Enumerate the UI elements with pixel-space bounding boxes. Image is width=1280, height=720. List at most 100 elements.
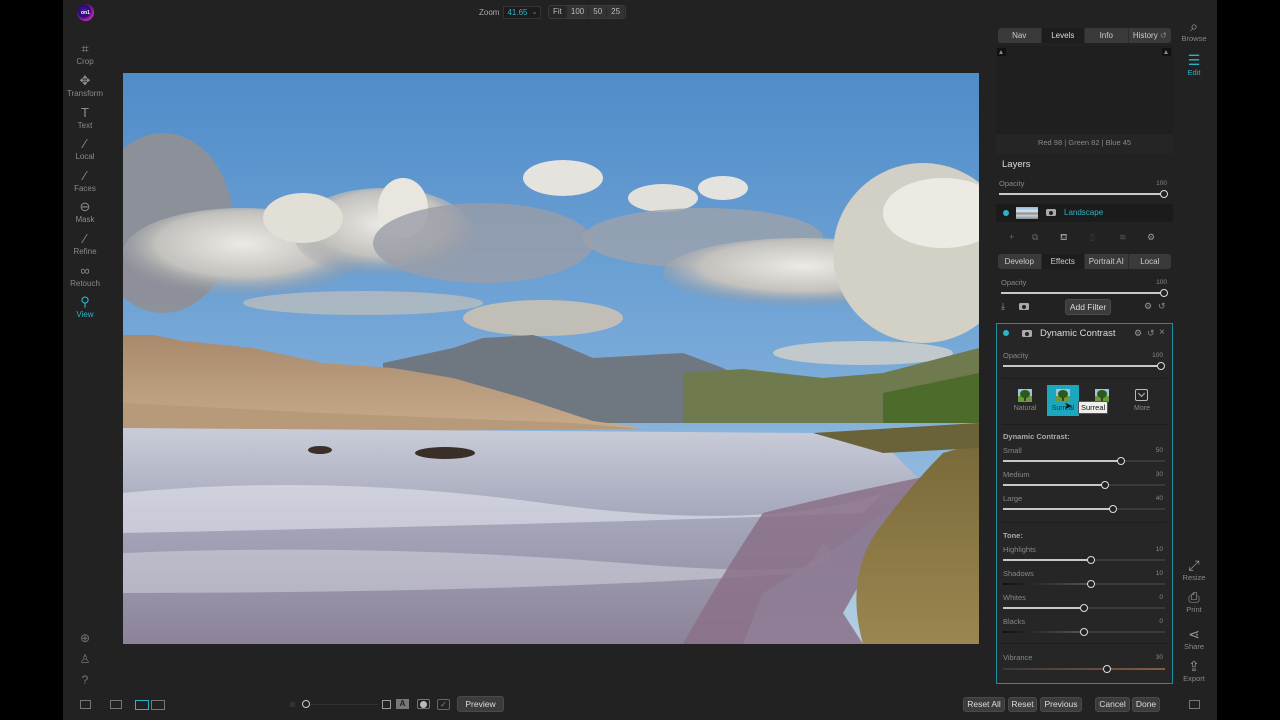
filter-opacity-value: 100	[1152, 352, 1163, 359]
shadows-value: 10	[1155, 570, 1163, 577]
layer-mask-icon[interactable]	[1046, 209, 1056, 216]
tool-retouch[interactable]: ∞ Retouch	[63, 264, 107, 289]
filmstrip-view-icon[interactable]	[151, 700, 165, 710]
filter-opacity-slider[interactable]	[1003, 361, 1165, 370]
small-slider[interactable]	[1003, 456, 1165, 465]
large-slider[interactable]	[1003, 504, 1165, 513]
tool-text[interactable]: T Text	[63, 106, 107, 131]
zoom-preset-25[interactable]: 25	[607, 6, 626, 18]
preset-surreal[interactable]: Surreal	[1047, 385, 1079, 416]
tool-view[interactable]: ⚲ View	[63, 295, 107, 320]
delete-layer-icon[interactable]: ▯	[1090, 232, 1095, 243]
tab-effects[interactable]: Effects	[1041, 254, 1085, 269]
tool-mask[interactable]: ⊖ Mask	[63, 199, 107, 225]
fill-bucket-icon[interactable]: ⛾	[1060, 232, 1067, 244]
brush-size-slider-knob[interactable]	[302, 700, 310, 708]
panel-toggle-icon[interactable]	[80, 700, 91, 709]
account-icon[interactable]: ♙	[76, 652, 94, 666]
nav-browse[interactable]: ⌕ Browse	[1176, 18, 1212, 43]
mask-view-icon[interactable]	[417, 699, 430, 709]
reset-all-button[interactable]: Reset All	[963, 697, 1005, 712]
effects-reset-icon[interactable]: ↺	[1158, 301, 1166, 312]
layers-opacity-value: 100	[1156, 180, 1167, 187]
save-preset-icon[interactable]: ⤓	[1001, 301, 1005, 312]
filter-visibility-dot[interactable]	[1003, 330, 1009, 336]
filter-mask-icon[interactable]	[1022, 330, 1032, 337]
tool-label: Faces	[74, 184, 96, 193]
nav-share[interactable]: ⋖ Share	[1176, 626, 1212, 651]
auto-icon[interactable]: A	[396, 699, 409, 709]
compare-view-icon[interactable]	[110, 700, 122, 709]
tool-faces[interactable]: ⁄ Faces	[63, 169, 107, 194]
whites-value: 0	[1159, 594, 1163, 601]
zoom-presets: Fit 100 50 25	[548, 5, 627, 19]
tool-transform[interactable]: ✥ Transform	[63, 74, 107, 99]
tab-portrait-ai[interactable]: Portrait AI	[1085, 254, 1129, 269]
nav-print[interactable]: ⎙ Print	[1176, 589, 1212, 614]
tool-refine[interactable]: ⁄ Refine	[63, 232, 107, 257]
effects-opacity-slider[interactable]	[1001, 288, 1168, 297]
preset-natural[interactable]: Natural	[1009, 385, 1041, 416]
tool-crop[interactable]: ⌗ Crop	[63, 42, 107, 67]
effects-settings-icon[interactable]: ⚙	[1144, 301, 1152, 312]
photo-canvas[interactable]	[123, 73, 979, 644]
whites-slider[interactable]	[1003, 603, 1165, 612]
preset-more[interactable]: More	[1126, 385, 1158, 416]
cancel-button[interactable]: Cancel	[1095, 697, 1130, 712]
tool-local[interactable]: ⁄ Local	[63, 137, 107, 162]
highlights-slider[interactable]	[1003, 555, 1165, 564]
layers-title: Layers	[1002, 159, 1031, 170]
tab-info[interactable]: Info	[1085, 28, 1129, 43]
done-button[interactable]: Done	[1132, 697, 1160, 712]
resize-icon: ⤢	[1188, 557, 1200, 573]
highlight-clipping-toggle[interactable]	[1162, 48, 1171, 56]
add-filter-button[interactable]: Add Filter	[1065, 299, 1111, 315]
filter-settings-icon[interactable]: ⚙	[1134, 328, 1142, 339]
filter-reset-icon[interactable]: ↺	[1147, 328, 1155, 339]
layer-name[interactable]: Landscape	[1064, 208, 1103, 217]
tab-nav[interactable]: Nav	[998, 28, 1042, 43]
layer-visibility-dot[interactable]	[1003, 210, 1009, 216]
add-layer-icon[interactable]: +	[1009, 232, 1014, 242]
tool-label: Transform	[66, 89, 104, 98]
check-icon[interactable]: ✓	[437, 699, 450, 710]
nav-export[interactable]: ⇪ Export	[1176, 658, 1212, 683]
duplicate-layer-icon[interactable]: ⧉	[1032, 232, 1038, 243]
layers-opacity-slider[interactable]	[999, 189, 1168, 198]
shadows-slider[interactable]	[1003, 579, 1165, 588]
effects-mask-icon[interactable]	[1019, 303, 1029, 310]
tab-local[interactable]: Local	[1129, 254, 1172, 269]
help-icon[interactable]: ?	[76, 673, 94, 687]
tab-history[interactable]: History ↺	[1129, 28, 1172, 43]
right-panel-toggle-icon[interactable]	[1189, 700, 1200, 709]
brush-size-slider-track[interactable]	[310, 704, 378, 705]
mask-icon: ⊖	[79, 199, 91, 214]
previous-button[interactable]: Previous	[1040, 697, 1082, 712]
zoom-preset-fit[interactable]: Fit	[549, 6, 567, 18]
preview-button[interactable]: Preview	[457, 696, 504, 712]
reset-button[interactable]: Reset	[1008, 697, 1037, 712]
sync-icon[interactable]: ⊕	[76, 631, 94, 645]
preset-tooltip: Surreal	[1078, 401, 1109, 414]
tab-levels[interactable]: Levels	[1041, 28, 1085, 43]
mask-overlay-icon[interactable]	[382, 700, 391, 709]
zoom-preset-50[interactable]: 50	[589, 6, 608, 18]
single-view-icon[interactable]	[135, 700, 149, 710]
shadow-clipping-toggle[interactable]	[997, 48, 1006, 56]
blacks-slider[interactable]	[1003, 627, 1165, 636]
layer-settings-icon[interactable]: ⚙	[1147, 232, 1155, 243]
merge-layers-icon[interactable]: ≋	[1119, 232, 1127, 243]
share-icon: ⋖	[1188, 626, 1200, 642]
zoom-input[interactable]: 41.65 ⌄	[503, 5, 542, 19]
close-icon[interactable]: ×	[1159, 327, 1165, 338]
layer-thumbnail	[1016, 207, 1038, 219]
medium-slider[interactable]	[1003, 480, 1165, 489]
medium-value: 30	[1155, 471, 1163, 478]
zoom-preset-100[interactable]: 100	[566, 6, 590, 18]
nav-edit[interactable]: ☰ Edit	[1176, 52, 1212, 77]
tool-label: Crop	[76, 57, 94, 66]
app-logo[interactable]: on1	[77, 4, 94, 21]
nav-resize[interactable]: ⤢ Resize	[1176, 557, 1212, 582]
vibrance-slider[interactable]	[1003, 664, 1165, 673]
tab-develop[interactable]: Develop	[998, 254, 1042, 269]
